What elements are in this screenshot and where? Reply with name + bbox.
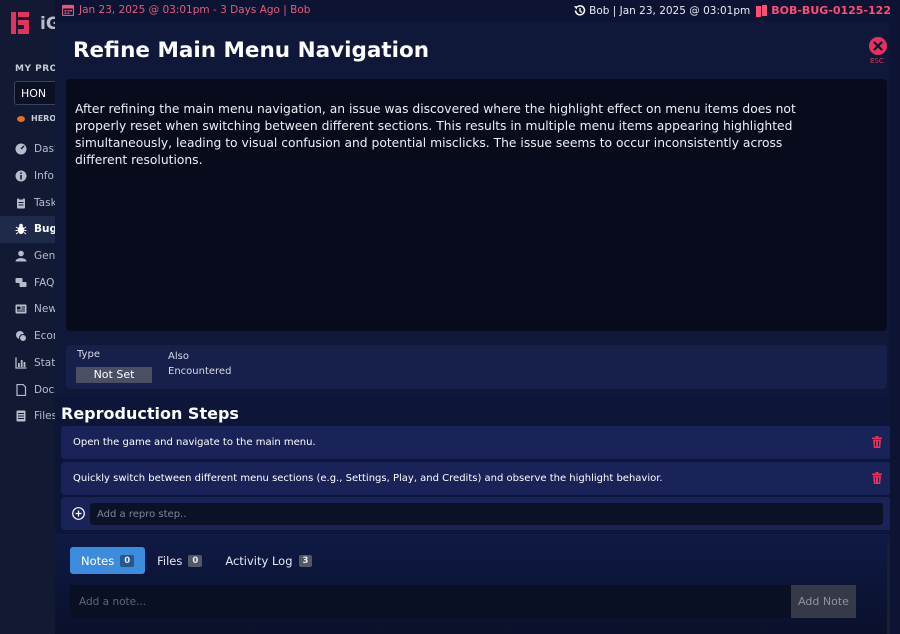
sidebar-item-stats[interactable]: Stats <box>0 350 60 377</box>
tab-label: Activity Log <box>225 553 293 568</box>
tab-files[interactable]: Files 0 <box>146 547 213 574</box>
background-sidebar: iG MY PROJECTS HON HERO Dashboard Info T… <box>0 0 60 634</box>
document-icon <box>15 383 27 396</box>
repro-step[interactable]: Quickly switch between different menu se… <box>61 462 892 495</box>
sidebar-nav: Dashboard Info Tasks Bugs General FAQ Ne… <box>0 136 60 430</box>
trash-icon[interactable] <box>872 472 882 484</box>
type-select[interactable]: Not Set <box>76 367 152 383</box>
esc-label: ESC <box>870 57 884 65</box>
economy-icon <box>15 330 27 343</box>
newspaper-icon <box>15 303 27 315</box>
project-select[interactable]: HON <box>14 81 60 105</box>
projects-label: MY PROJECTS <box>15 64 60 74</box>
bug-meta-panel: Type Not Set Also Encountered <box>66 345 887 389</box>
tab-label: Files <box>157 553 183 568</box>
repro-step-text: Quickly switch between different menu se… <box>73 473 663 484</box>
app-logo-icon <box>11 12 29 34</box>
sidebar-item-info[interactable]: Info <box>0 163 60 190</box>
dashboard-icon <box>15 143 27 155</box>
add-circle-icon[interactable] <box>72 507 85 520</box>
add-note-button[interactable]: Add Note <box>791 585 856 618</box>
tab-count-badge: 3 <box>298 554 313 567</box>
tab-count-badge: 0 <box>120 554 135 567</box>
created-info-text: Jan 23, 2025 @ 03:01pm - 3 Days Ago | Bo… <box>79 4 311 16</box>
bug-detail-modal: Jan 23, 2025 @ 03:01pm - 3 Days Ago | Bo… <box>55 0 900 634</box>
file-icon <box>15 410 27 422</box>
reproduction-steps-section: Reproduction Steps Open the game and nav… <box>55 396 900 534</box>
sidebar-item-files[interactable]: Files <box>0 403 60 430</box>
faq-icon <box>15 277 27 289</box>
clipboard-icon <box>15 197 27 209</box>
also-value: Encountered <box>168 366 232 377</box>
bug-description[interactable]: After refining the main menu navigation,… <box>66 79 887 331</box>
tab-notes[interactable]: Notes 0 <box>70 547 146 574</box>
sidebar-item-bugs[interactable]: Bugs <box>0 216 60 243</box>
note-input[interactable] <box>70 585 791 618</box>
close-icon <box>873 41 883 51</box>
created-info: Jan 23, 2025 @ 03:01pm - 3 Days Ago | Bo… <box>62 4 310 16</box>
sidebar-item-docs[interactable]: Docs <box>0 376 60 403</box>
history-icon <box>574 5 586 16</box>
repro-step-input[interactable] <box>90 503 883 525</box>
also-encountered: Also Encountered <box>168 349 231 379</box>
repro-title: Reproduction Steps <box>61 404 239 423</box>
bug-title[interactable]: Refine Main Menu Navigation <box>73 38 429 63</box>
sidebar-item-dashboard[interactable]: Dashboard <box>0 136 60 163</box>
sidebar-item-economy[interactable]: Economy <box>0 323 60 350</box>
bug-id[interactable]: BOB-BUG-0125-122 <box>771 4 891 17</box>
repro-step-text: Open the game and navigate to the main m… <box>73 437 316 448</box>
repro-step[interactable]: Open the game and navigate to the main m… <box>61 426 892 459</box>
sidebar-item-faq[interactable]: FAQ <box>0 269 60 296</box>
user-icon <box>15 250 27 262</box>
tab-label: Notes <box>81 553 115 568</box>
modal-topbar: Jan 23, 2025 @ 03:01pm - 3 Days Ago | Bo… <box>55 0 900 22</box>
bug-icon <box>15 223 27 235</box>
close-button[interactable] <box>869 37 887 55</box>
add-repro-step <box>61 497 892 530</box>
notes-section: Notes 0 Files 0 Activity Log 3 Add Note <box>55 534 900 634</box>
copy-id-icon[interactable] <box>756 4 768 17</box>
modal-backdrop <box>890 0 900 634</box>
tab-activity-log[interactable]: Activity Log 3 <box>214 547 323 574</box>
sidebar-item-tasks[interactable]: Tasks <box>0 189 60 216</box>
type-label: Type <box>77 349 100 360</box>
hero-label: HERO <box>17 114 56 123</box>
trash-icon[interactable] <box>872 436 882 448</box>
chart-icon <box>15 357 27 369</box>
tab-count-badge: 0 <box>188 554 203 567</box>
updated-info-text: Bob | Jan 23, 2025 @ 03:01pm <box>589 4 751 17</box>
sidebar-item-news[interactable]: News <box>0 296 60 323</box>
sidebar-item-general[interactable]: General <box>0 243 60 270</box>
calendar-icon <box>62 4 74 16</box>
also-label: Also <box>168 351 189 362</box>
info-icon <box>15 170 27 182</box>
updated-info: Bob | Jan 23, 2025 @ 03:01pm BOB-BUG-012… <box>573 4 891 17</box>
notes-tabs: Notes 0 Files 0 Activity Log 3 <box>70 547 324 574</box>
